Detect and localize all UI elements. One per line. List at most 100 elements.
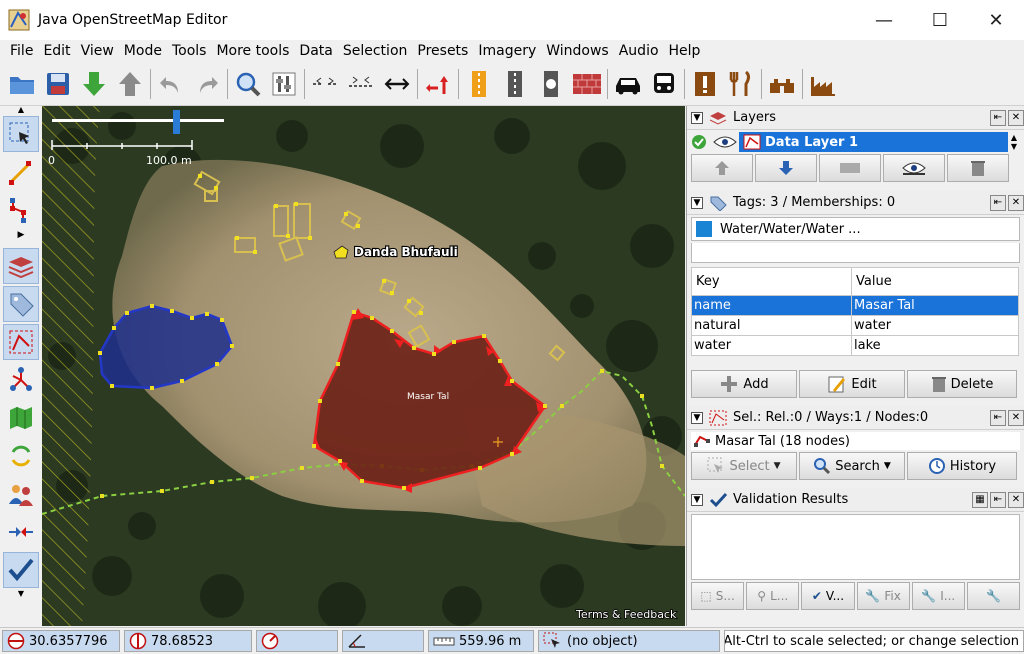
delete-tag-button[interactable]: Delete xyxy=(907,370,1017,398)
preset-roundabout-button[interactable] xyxy=(533,66,569,102)
column-header-value[interactable]: Value xyxy=(851,267,1019,296)
maximize-button[interactable]: ☐ xyxy=(912,0,968,40)
validation-results-list[interactable] xyxy=(691,514,1020,580)
collapse-toggle[interactable]: ▼ xyxy=(691,493,703,506)
menu-selection[interactable]: Selection xyxy=(338,43,413,59)
preset-road-button[interactable] xyxy=(461,66,497,102)
draw-nodes-button[interactable] xyxy=(3,154,39,190)
open-file-button[interactable] xyxy=(4,66,40,102)
preferences-button[interactable] xyxy=(266,66,302,102)
close-dialog-button[interactable]: ✕ xyxy=(1008,194,1024,211)
validate-button[interactable]: ✔ V... xyxy=(801,582,855,610)
menu-imagery[interactable]: Imagery xyxy=(473,43,541,59)
dropdown-arrow-icon[interactable]: ▼ xyxy=(884,461,891,471)
zoom-button[interactable] xyxy=(230,66,266,102)
history-button[interactable]: History xyxy=(907,452,1017,480)
map-view[interactable]: Danda Bhufauli Masar Tal 0 100.0 m Terms… xyxy=(42,106,685,626)
validation-lookup-button[interactable]: ⚲ L... xyxy=(746,582,800,610)
preset-car-button[interactable] xyxy=(610,66,646,102)
upload-button[interactable] xyxy=(112,66,148,102)
tag-key[interactable]: name xyxy=(691,295,852,316)
preset-building-button[interactable] xyxy=(569,66,605,102)
collapse-toggle[interactable]: ▼ xyxy=(691,411,703,424)
delete-layer-button[interactable] xyxy=(947,154,1009,182)
validation-config-button[interactable]: 🔧 xyxy=(966,582,1021,610)
scroll-down-arrow[interactable]: ▼ xyxy=(0,590,42,598)
data-layer-item[interactable]: Data Layer 1 xyxy=(739,132,1008,152)
layer-list-row[interactable]: Data Layer 1 ▲ ▼ xyxy=(691,132,1020,152)
preset-industrial-button[interactable] xyxy=(805,66,841,102)
menu-help[interactable]: Help xyxy=(664,43,706,59)
preset-bus-button[interactable] xyxy=(646,66,682,102)
toggle-relations-button[interactable] xyxy=(3,362,39,398)
preset-road-gray-button[interactable] xyxy=(497,66,533,102)
move-layer-up-button[interactable] xyxy=(691,154,753,182)
detach-button[interactable]: ⇤ xyxy=(990,409,1006,426)
toggle-validation-button[interactable] xyxy=(3,552,39,588)
preset-food-button[interactable] xyxy=(723,66,759,102)
minimize-button[interactable]: — xyxy=(856,0,912,40)
menu-presets[interactable]: Presets xyxy=(412,43,473,59)
tag-value[interactable]: Masar Tal xyxy=(851,295,1019,316)
table-row[interactable]: name Masar Tal xyxy=(691,295,1019,316)
dropdown-arrow-icon[interactable]: ▼ xyxy=(774,461,781,471)
split-way-button[interactable] xyxy=(307,66,343,102)
reverse-way-button[interactable] xyxy=(379,66,415,102)
layer-scroll[interactable]: ▲ ▼ xyxy=(1008,133,1020,151)
menu-audio[interactable]: Audio xyxy=(614,43,664,59)
table-row[interactable]: water lake xyxy=(691,335,1019,356)
layer-visibility-button[interactable] xyxy=(883,154,945,182)
menu-mode[interactable]: Mode xyxy=(119,43,167,59)
preset-row[interactable]: Water/Water/Water ... xyxy=(691,217,1020,241)
select-mode-button[interactable] xyxy=(3,116,39,152)
table-row[interactable]: natural water xyxy=(691,315,1019,336)
validation-settings-button[interactable]: ▦ xyxy=(972,491,988,508)
detach-button[interactable]: ⇤ xyxy=(990,194,1006,211)
menu-tools[interactable]: Tools xyxy=(167,43,212,59)
toggle-conflict-button[interactable] xyxy=(3,438,39,474)
download-button[interactable] xyxy=(76,66,112,102)
toggle-authors-button[interactable] xyxy=(3,476,39,512)
scroll-up-arrow[interactable]: ▲ xyxy=(0,106,42,114)
detach-button[interactable]: ⇤ xyxy=(990,109,1006,126)
toggle-selection-button[interactable] xyxy=(3,324,39,360)
close-dialog-button[interactable]: ✕ xyxy=(1008,409,1024,426)
menu-more-tools[interactable]: More tools xyxy=(211,43,294,59)
search-button[interactable]: Search ▼ xyxy=(799,452,905,480)
ignore-button[interactable]: 🔧 I... xyxy=(911,582,965,610)
attribution-link[interactable]: Terms & Feedback xyxy=(574,607,677,622)
preset-emergency-button[interactable] xyxy=(687,66,723,102)
simplify-way-button[interactable] xyxy=(420,66,456,102)
tag-key[interactable]: water xyxy=(691,335,852,356)
select-button[interactable]: Select ▼ xyxy=(691,452,797,480)
combine-way-button[interactable] xyxy=(343,66,379,102)
validation-select-button[interactable]: ⬚ S... xyxy=(691,582,745,610)
menu-data[interactable]: Data xyxy=(294,43,337,59)
tag-value[interactable]: water xyxy=(851,315,1019,336)
save-button[interactable] xyxy=(40,66,76,102)
toggle-layers-button[interactable] xyxy=(3,248,39,284)
improve-way-button[interactable] xyxy=(3,192,39,228)
toggle-map-paint-button[interactable] xyxy=(3,400,39,436)
close-dialog-button[interactable]: ✕ xyxy=(1008,109,1024,126)
menu-file[interactable]: File xyxy=(5,43,38,59)
menu-edit[interactable]: Edit xyxy=(38,43,75,59)
menu-windows[interactable]: Windows xyxy=(541,43,614,59)
column-header-key[interactable]: Key xyxy=(691,267,852,296)
selection-list-item[interactable]: Masar Tal (18 nodes) xyxy=(691,432,1020,450)
move-layer-down-button[interactable] xyxy=(755,154,817,182)
toggle-tags-button[interactable] xyxy=(3,286,39,322)
tag-key[interactable]: natural xyxy=(691,315,852,336)
collapse-toggle[interactable]: ▼ xyxy=(691,196,703,209)
redo-button[interactable] xyxy=(189,66,225,102)
close-button[interactable]: ✕ xyxy=(968,0,1024,40)
fix-button[interactable]: 🔧 Fix xyxy=(856,582,910,610)
menu-view[interactable]: View xyxy=(76,43,119,59)
preset-castle-button[interactable] xyxy=(764,66,800,102)
tag-value[interactable]: lake xyxy=(851,335,1019,356)
collapse-toggle[interactable]: ▼ xyxy=(691,111,703,124)
close-dialog-button[interactable]: ✕ xyxy=(1008,491,1024,508)
visibility-eye-icon[interactable] xyxy=(711,134,739,150)
detach-button[interactable]: ⇤ xyxy=(990,491,1006,508)
expand-arrow[interactable]: ▶ xyxy=(0,230,42,240)
